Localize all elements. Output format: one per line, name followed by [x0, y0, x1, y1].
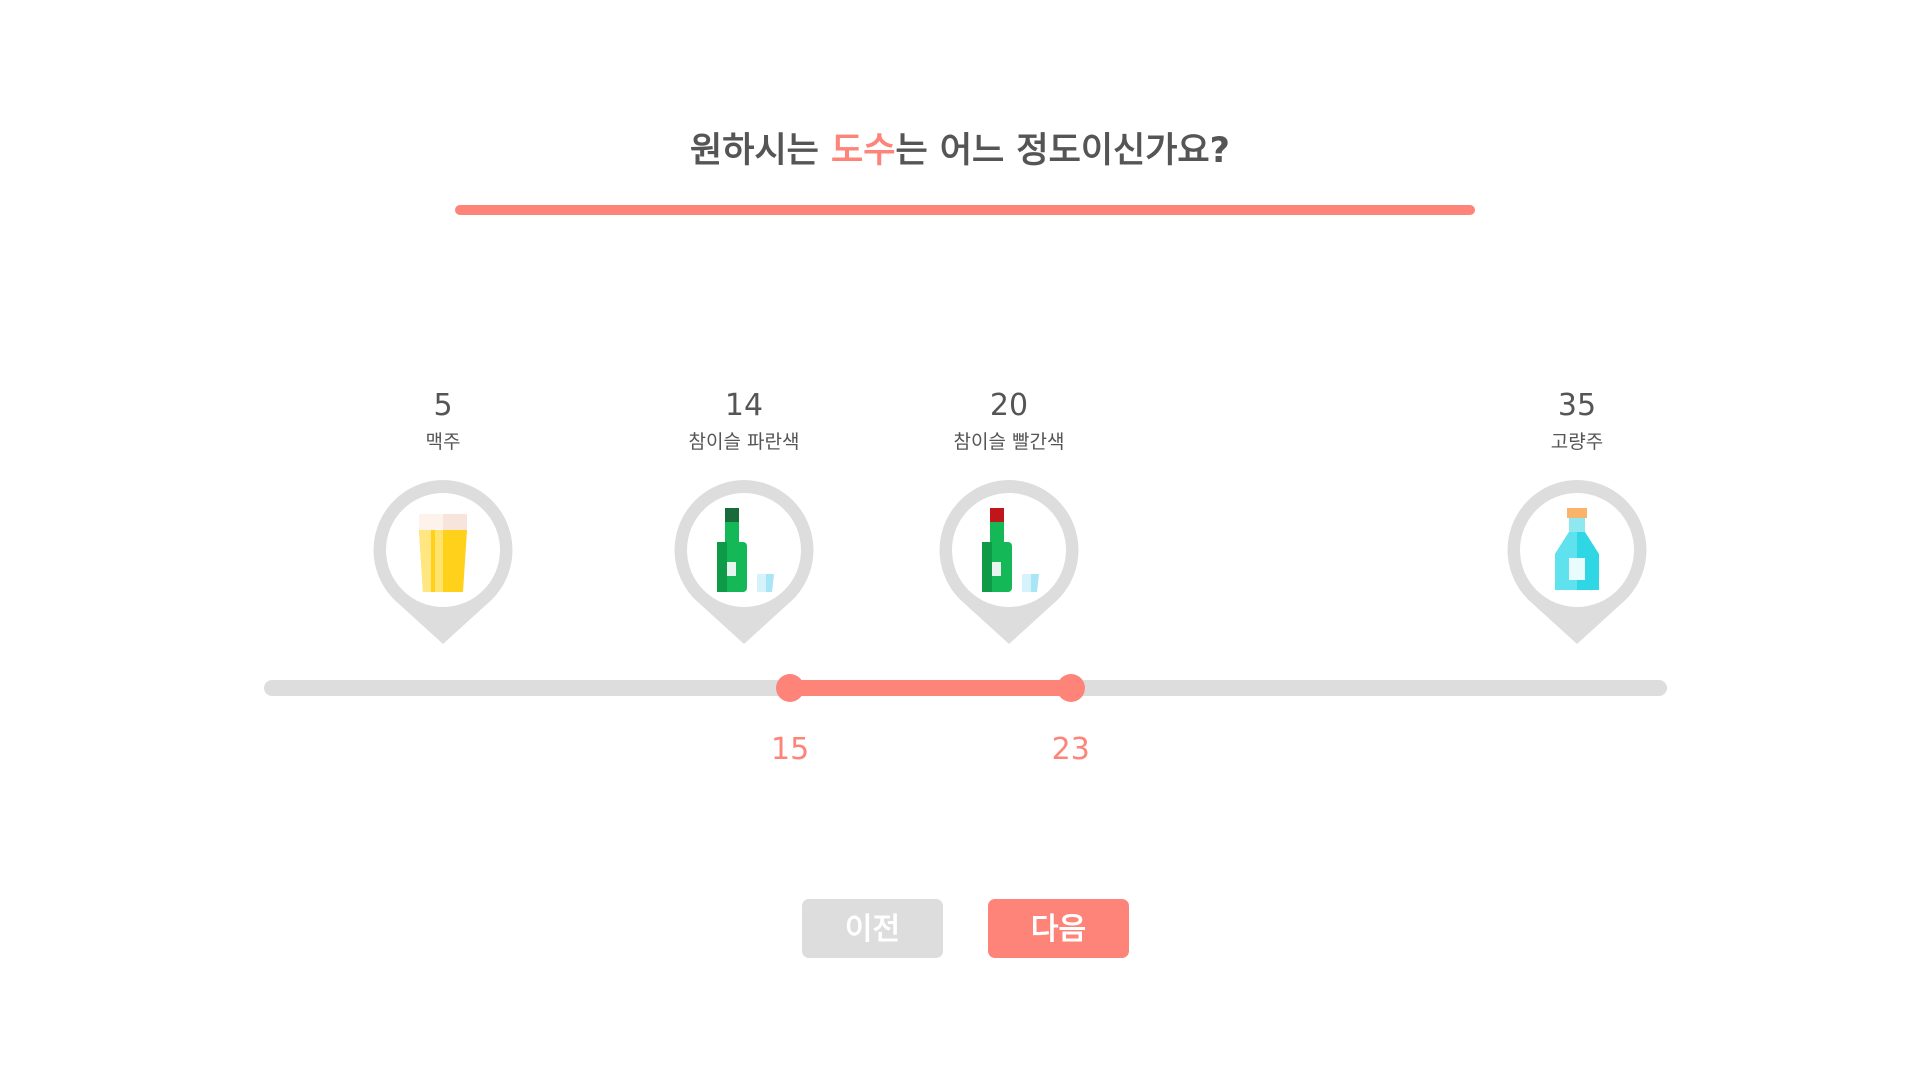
- marker-beer: 5 맥주: [323, 388, 563, 454]
- question-prefix: 원하시는: [690, 131, 832, 171]
- marker-label: 맥주: [425, 431, 461, 453]
- pin-beer: [371, 478, 515, 644]
- marker-soju-red: 20 참이슬 빨간색: [889, 388, 1129, 454]
- pin-soju-blue: [672, 478, 816, 644]
- prev-button[interactable]: 이전: [802, 899, 943, 958]
- marker-value: 20: [989, 388, 1029, 423]
- pin-kaoliang: [1505, 478, 1649, 644]
- marker-label: 참이슬 파란색: [688, 431, 800, 453]
- question-highlight: 도수: [831, 131, 896, 171]
- marker-label: 참이슬 빨간색: [953, 431, 1065, 453]
- abv-survey-page: 원하시는 도수는 어느 정도이신가요? 5 맥주 14 참이슬 파란색 20 참…: [0, 0, 1920, 1080]
- abv-slider-range: [790, 680, 1071, 696]
- pin-soju-red: [937, 478, 1081, 644]
- abv-high-value: 23: [1051, 732, 1090, 767]
- next-button[interactable]: 다음: [988, 899, 1129, 958]
- progress-fill: [455, 205, 1475, 215]
- marker-soju-blue: 14 참이슬 파란색: [624, 388, 864, 454]
- marker-value: 5: [433, 388, 453, 423]
- abv-slider-high-handle[interactable]: [1056, 674, 1085, 702]
- marker-value: 14: [724, 388, 764, 423]
- marker-kaoliang: 35 고량주: [1457, 388, 1697, 454]
- progress-bar: [455, 205, 1475, 215]
- marker-label: 고량주: [1550, 431, 1604, 453]
- abv-slider-low-handle[interactable]: [776, 674, 805, 702]
- question-title: 원하시는 도수는 어느 정도이신가요?: [0, 122, 1920, 173]
- beer-glass-icon: [419, 514, 467, 592]
- marker-value: 35: [1557, 388, 1597, 423]
- abv-low-value: 15: [771, 732, 810, 767]
- question-suffix: 는 어느 정도이신가요?: [895, 131, 1230, 171]
